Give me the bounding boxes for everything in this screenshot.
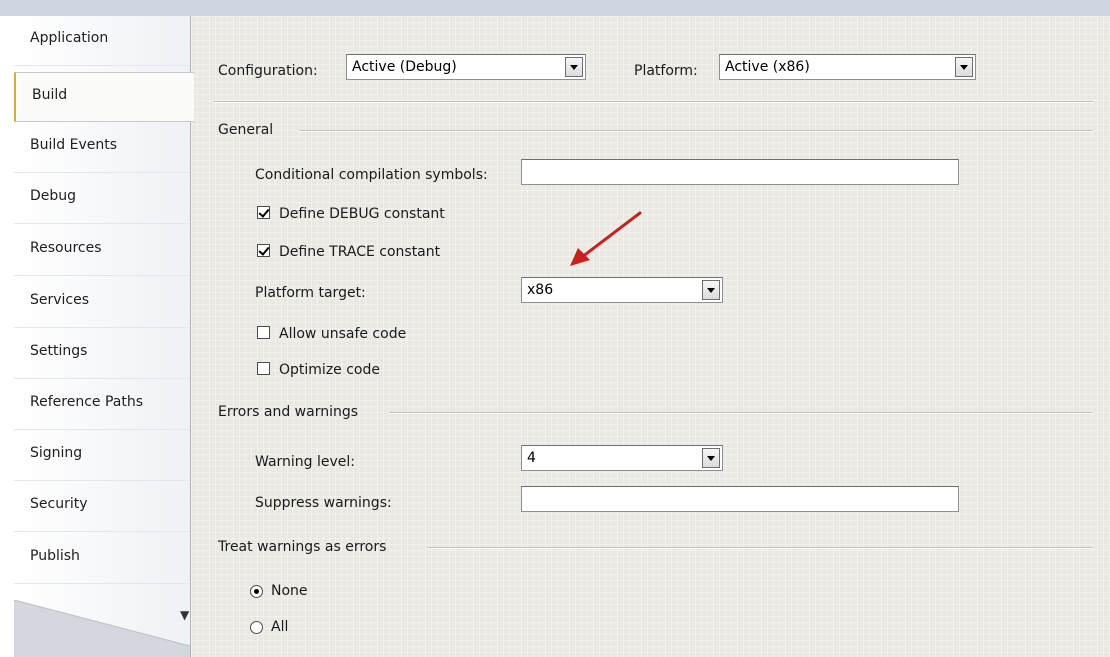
- treat-warnings-group-line: [427, 547, 1093, 549]
- header-divider: [213, 101, 1093, 103]
- property-tabs-sidebar: Application Build Build Events Debug Res…: [14, 16, 194, 657]
- chevron-down-icon[interactable]: [565, 57, 583, 77]
- tab-label: Resources: [30, 240, 102, 256]
- define-trace-checkbox[interactable]: [257, 244, 270, 257]
- treat-warnings-none-radio[interactable]: [250, 585, 263, 598]
- platform-value: Active (x86): [725, 59, 810, 75]
- build-settings-panel: Configuration: Active (Debug) Platform: …: [190, 16, 1110, 657]
- tab-label: Publish: [30, 548, 80, 564]
- annotation-arrow-head: [570, 248, 590, 266]
- annotation-arrow-shaft: [580, 211, 642, 259]
- platform-target-label: Platform target:: [255, 285, 366, 301]
- tab-reference-paths[interactable]: Reference Paths: [14, 380, 190, 430]
- treat-warnings-all-radio[interactable]: [250, 621, 263, 634]
- tab-label: Reference Paths: [30, 394, 143, 410]
- window-top-band: [0, 0, 1110, 16]
- tab-label: Build Events: [30, 137, 117, 153]
- suppress-warnings-input[interactable]: [521, 486, 959, 512]
- tab-debug[interactable]: Debug: [14, 174, 190, 224]
- configuration-dropdown[interactable]: Active (Debug): [346, 54, 586, 80]
- tab-build-events[interactable]: Build Events: [14, 123, 190, 173]
- tab-label: Build: [32, 87, 68, 103]
- chevron-down-icon[interactable]: [702, 448, 720, 468]
- tab-resources[interactable]: Resources: [14, 226, 190, 276]
- define-debug-label: Define DEBUG constant: [279, 206, 445, 222]
- define-trace-label: Define TRACE constant: [279, 244, 441, 260]
- warning-level-dropdown[interactable]: 4: [521, 445, 723, 471]
- chevron-down-icon[interactable]: [702, 280, 720, 300]
- optimize-code-label: Optimize code: [279, 362, 380, 378]
- tab-signing[interactable]: Signing: [14, 431, 190, 481]
- tab-label: Security: [30, 496, 88, 512]
- platform-target-dropdown[interactable]: x86: [521, 277, 723, 303]
- allow-unsafe-checkbox[interactable]: [257, 326, 270, 339]
- tab-label: Services: [30, 292, 90, 308]
- configuration-value: Active (Debug): [352, 59, 457, 75]
- tab-label: Debug: [30, 188, 77, 204]
- tab-label: Application: [30, 30, 109, 46]
- tab-services[interactable]: Services: [14, 278, 190, 328]
- annotation-arrow-icon: [570, 211, 642, 266]
- treat-warnings-group-title: Treat warnings as errors: [218, 539, 387, 555]
- errors-group-title: Errors and warnings: [218, 404, 359, 420]
- allow-unsafe-label: Allow unsafe code: [279, 326, 407, 342]
- platform-target-value: x86: [527, 282, 554, 298]
- general-group-title: General: [218, 122, 274, 138]
- platform-label: Platform:: [634, 63, 698, 79]
- tab-application[interactable]: Application: [14, 16, 190, 66]
- treat-warnings-none-label: None: [271, 583, 308, 599]
- treat-warnings-all-label: All: [271, 619, 289, 635]
- general-group-line: [299, 130, 1093, 132]
- warning-level-label: Warning level:: [255, 454, 356, 470]
- chevron-down-icon[interactable]: [955, 57, 973, 77]
- sidebar-bottom-corner: [14, 600, 190, 657]
- tab-label: Settings: [30, 343, 88, 359]
- conditional-symbols-label: Conditional compilation symbols:: [255, 167, 488, 183]
- optimize-code-checkbox[interactable]: [257, 362, 270, 375]
- project-properties-window: Application Build Build Events Debug Res…: [0, 0, 1110, 657]
- tab-publish[interactable]: Publish: [14, 534, 190, 584]
- tab-build[interactable]: Build: [14, 72, 194, 122]
- tab-label: Signing: [30, 445, 83, 461]
- suppress-warnings-label: Suppress warnings:: [255, 495, 392, 511]
- errors-group-line: [389, 412, 1093, 414]
- configuration-label: Configuration:: [218, 63, 318, 79]
- conditional-symbols-input[interactable]: [521, 159, 959, 185]
- tab-security[interactable]: Security: [14, 482, 190, 532]
- platform-dropdown[interactable]: Active (x86): [719, 54, 976, 80]
- tab-settings[interactable]: Settings: [14, 329, 190, 379]
- warning-level-value: 4: [527, 450, 536, 466]
- define-debug-checkbox[interactable]: [257, 206, 270, 219]
